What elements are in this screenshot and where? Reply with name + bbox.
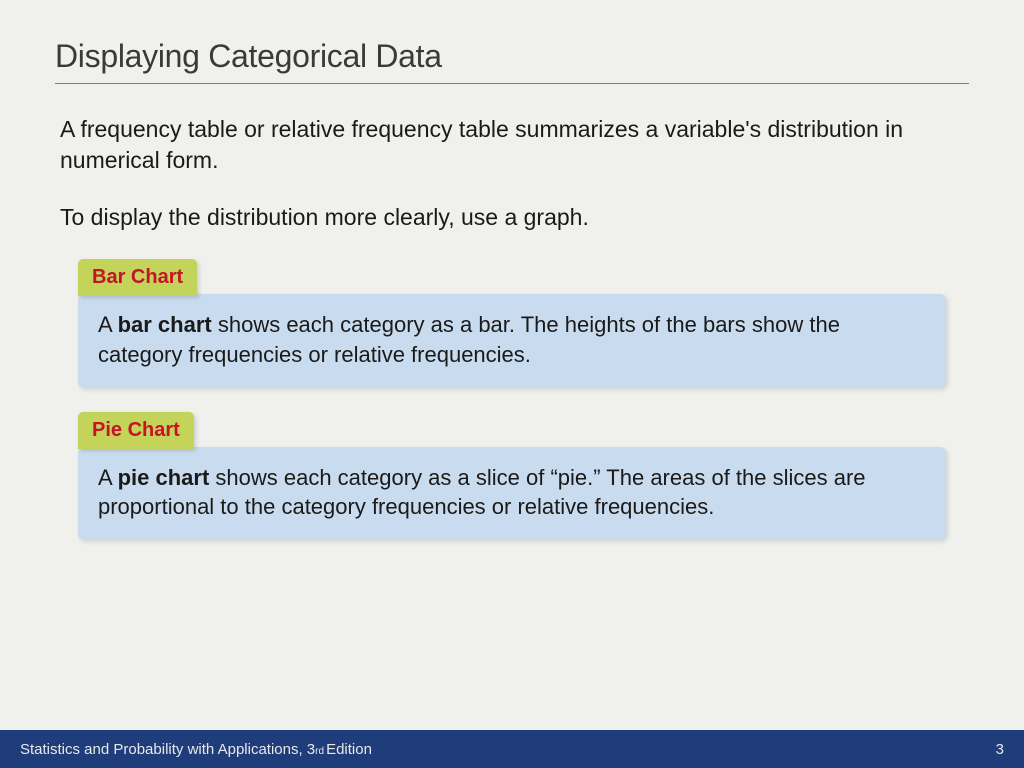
bar-chart-prefix: A	[98, 312, 118, 337]
footer-book-title: Statistics and Probability with Applicat…	[20, 741, 372, 758]
page-number: 3	[996, 741, 1004, 758]
pie-chart-rest: shows each category as a slice of “pie.”…	[98, 465, 866, 520]
bar-chart-definition: A bar chart shows each category as a bar…	[78, 294, 946, 387]
pie-chart-term: pie chart	[118, 465, 210, 490]
footer-ordinal: rd	[315, 746, 324, 757]
slide-footer: Statistics and Probability with Applicat…	[0, 730, 1024, 768]
intro-paragraph-2: To display the distribution more clearly…	[60, 202, 964, 233]
pie-chart-definition: A pie chart shows each category as a sli…	[78, 447, 946, 540]
bar-chart-tab: Bar Chart	[78, 259, 197, 296]
slide-title: Displaying Categorical Data	[0, 0, 1024, 83]
slide: Displaying Categorical Data A frequency …	[0, 0, 1024, 768]
intro-paragraph-1: A frequency table or relative frequency …	[60, 114, 964, 176]
pie-chart-callout: Pie Chart A pie chart shows each categor…	[78, 412, 946, 540]
pie-chart-prefix: A	[98, 465, 118, 490]
footer-book-pre: Statistics and Probability with Applicat…	[20, 741, 315, 758]
bar-chart-term: bar chart	[118, 312, 212, 337]
footer-book-post: Edition	[326, 741, 372, 758]
slide-content: A frequency table or relative frequency …	[0, 84, 1024, 540]
pie-chart-tab: Pie Chart	[78, 412, 194, 449]
bar-chart-callout: Bar Chart A bar chart shows each categor…	[78, 259, 946, 387]
